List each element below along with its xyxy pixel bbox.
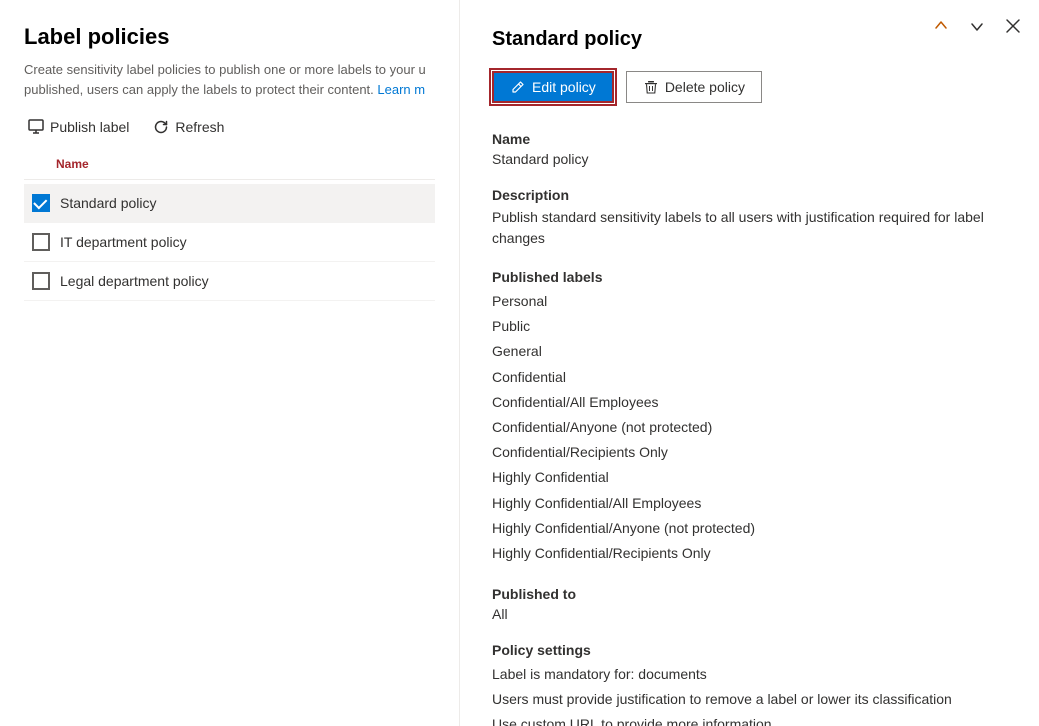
nav-up-button[interactable] (927, 12, 955, 40)
name-section: Name Standard policy (492, 131, 1007, 167)
page-description: Create sensitivity label policies to pub… (24, 60, 435, 99)
published-label-item: Public (492, 314, 1007, 339)
published-label-item: Highly Confidential/Anyone (not protecte… (492, 516, 1007, 541)
policy-checkbox[interactable] (32, 272, 50, 290)
published-labels-label: Published labels (492, 269, 1007, 285)
published-labels-section: Published labels PersonalPublicGeneralCo… (492, 269, 1007, 566)
published-label-item: Confidential (492, 365, 1007, 390)
right-panel: Standard policy Edit policy (460, 0, 1039, 726)
published-label-item: Confidential/All Employees (492, 390, 1007, 415)
published-label-item: General (492, 339, 1007, 364)
policy-checkbox[interactable] (32, 194, 50, 212)
policy-item[interactable]: IT department policy (24, 223, 435, 262)
policy-setting-item: Use custom URL to provide more informati… (492, 712, 1007, 726)
published-label-item: Highly Confidential/Recipients Only (492, 541, 1007, 566)
description-label: Description (492, 187, 1007, 203)
policy-checkbox[interactable] (32, 233, 50, 251)
published-to-label: Published to (492, 586, 1007, 602)
description-value: Publish standard sensitivity labels to a… (492, 207, 1007, 249)
policy-setting-item: Users must provide justification to remo… (492, 687, 1007, 712)
right-panel-content: Standard policy Edit policy (460, 0, 1039, 726)
policy-item[interactable]: Standard policy (24, 184, 435, 223)
detail-actions: Edit policy Delete policy (492, 71, 1007, 103)
published-label-item: Confidential/Recipients Only (492, 440, 1007, 465)
edit-policy-label: Edit policy (532, 79, 596, 95)
learn-more-link[interactable]: Learn m (377, 82, 425, 97)
name-label: Name (492, 131, 1007, 147)
panel-nav (927, 12, 1027, 40)
published-label-item: Personal (492, 289, 1007, 314)
description-section: Description Publish standard sensitivity… (492, 187, 1007, 249)
nav-down-button[interactable] (963, 12, 991, 40)
published-to-section: Published to All (492, 586, 1007, 622)
published-label-item: Highly Confidential/All Employees (492, 491, 1007, 516)
refresh-button[interactable]: Refresh (149, 115, 228, 139)
delete-policy-label: Delete policy (665, 79, 745, 95)
edit-icon (510, 79, 526, 95)
policy-settings-list: Label is mandatory for: documentsUsers m… (492, 662, 1007, 726)
toolbar: Publish label Refresh (24, 115, 435, 139)
refresh-icon (153, 119, 169, 135)
page-title: Label policies (24, 24, 435, 50)
policy-name: Standard policy (60, 195, 157, 211)
name-column-header: Name (24, 157, 89, 171)
list-header: Name (24, 155, 435, 180)
delete-policy-button[interactable]: Delete policy (626, 71, 762, 103)
policy-settings-label: Policy settings (492, 642, 1007, 658)
policy-setting-item: Label is mandatory for: documents (492, 662, 1007, 687)
policy-item[interactable]: Legal department policy (24, 262, 435, 301)
policy-list: Standard policy IT department policy Leg… (24, 184, 435, 301)
refresh-text: Refresh (175, 119, 224, 135)
policy-name: IT department policy (60, 234, 187, 250)
policy-name: Legal department policy (60, 273, 209, 289)
publish-label-button[interactable]: Publish label (24, 115, 133, 139)
delete-icon (643, 79, 659, 95)
edit-policy-button[interactable]: Edit policy (492, 71, 614, 103)
publish-label-text: Publish label (50, 119, 129, 135)
published-label-item: Confidential/Anyone (not protected) (492, 415, 1007, 440)
published-labels-list: PersonalPublicGeneralConfidentialConfide… (492, 289, 1007, 566)
published-to-value: All (492, 606, 1007, 622)
published-label-item: Highly Confidential (492, 465, 1007, 490)
policy-settings-section: Policy settings Label is mandatory for: … (492, 642, 1007, 726)
name-value: Standard policy (492, 151, 1007, 167)
left-panel: Label policies Create sensitivity label … (0, 0, 460, 726)
close-button[interactable] (999, 12, 1027, 40)
monitor-icon (28, 119, 44, 135)
